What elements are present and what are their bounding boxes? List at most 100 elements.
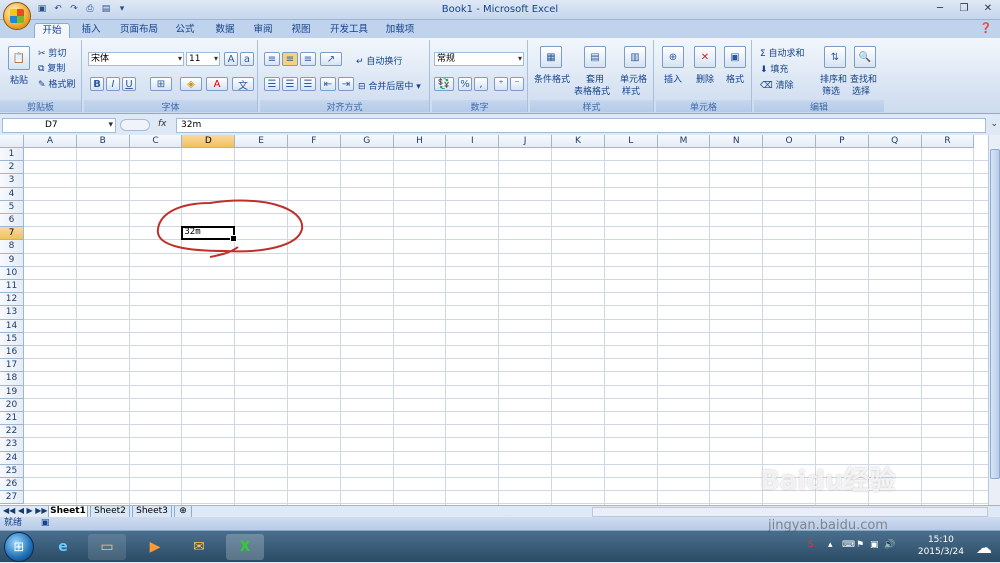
excel-taskbar-icon[interactable]: X <box>226 534 264 560</box>
fill-button[interactable]: ⬇ 填充 <box>760 62 788 75</box>
underline-button[interactable]: U <box>122 77 136 91</box>
align-middle-icon[interactable]: ≡ <box>282 52 298 66</box>
sort-filter-icon[interactable]: ⇅ <box>824 46 846 68</box>
row-header[interactable]: 19 <box>0 385 24 399</box>
column-header[interactable]: I <box>446 135 500 148</box>
row-header[interactable]: 5 <box>0 200 24 214</box>
row-header[interactable]: 14 <box>0 319 24 333</box>
minimize-button[interactable]: ─ <box>932 3 948 15</box>
row-header[interactable]: 9 <box>0 253 24 267</box>
decrease-indent-icon[interactable]: ⇤ <box>320 77 336 91</box>
bold-button[interactable]: B <box>90 77 104 91</box>
volume-icon[interactable]: 🔊 <box>884 540 895 550</box>
column-header[interactable]: Q <box>868 135 922 148</box>
increase-indent-icon[interactable]: ⇥ <box>338 77 354 91</box>
tab-view[interactable]: 视图 <box>286 23 316 38</box>
find-select-icon[interactable]: 🔍 <box>854 46 876 68</box>
align-bottom-icon[interactable]: ≡ <box>300 52 316 66</box>
conditional-format-icon[interactable]: ▦ <box>540 46 562 68</box>
column-header[interactable]: C <box>129 135 183 148</box>
row-header[interactable]: 27 <box>0 491 24 505</box>
column-header[interactable]: L <box>604 135 658 148</box>
row-header[interactable]: 16 <box>0 346 24 360</box>
tab-developer[interactable]: 开发工具 <box>326 23 372 38</box>
align-center-icon[interactable]: ☰ <box>282 77 298 91</box>
tab-data[interactable]: 数据 <box>210 23 240 38</box>
restore-button[interactable]: ❐ <box>956 3 972 15</box>
insert-cells-icon[interactable]: ⊕ <box>662 46 684 68</box>
ie-icon[interactable]: e <box>44 534 82 560</box>
format-painter-button[interactable]: ✎ 格式刷 <box>38 77 75 90</box>
media-player-icon[interactable]: ▶ <box>136 534 174 560</box>
expand-formula-icon[interactable]: ⌄ <box>990 119 998 129</box>
row-header[interactable]: 8 <box>0 240 24 254</box>
number-format-select[interactable]: 常规 <box>434 52 524 66</box>
explorer-icon[interactable]: ▭ <box>88 534 126 560</box>
font-name-select[interactable]: 宋体 <box>88 52 184 66</box>
decrease-decimal-icon[interactable]: ⁻ <box>510 77 524 91</box>
formula-input[interactable]: 32m <box>176 118 986 133</box>
percent-button[interactable]: % <box>458 77 472 91</box>
keyboard-icon[interactable]: ⌨ <box>842 540 855 550</box>
align-left-icon[interactable]: ☰ <box>264 77 280 91</box>
row-header[interactable]: 26 <box>0 478 24 492</box>
worksheet-grid[interactable]: A B C D E F G H I J K L M N O P Q R 1 2 3 4 5 6 7 8 9 10 11 12 13 14 15 1… <box>0 135 988 505</box>
row-header[interactable]: 20 <box>0 398 24 412</box>
insert-cells-button[interactable]: 插入 <box>664 72 682 85</box>
merge-center-button[interactable]: ⊟ 合并后居中 ▾ <box>358 79 421 92</box>
row-header[interactable]: 23 <box>0 438 24 452</box>
column-header[interactable]: K <box>552 135 605 148</box>
row-header[interactable]: 13 <box>0 306 24 320</box>
tab-formulas[interactable]: 公式 <box>170 23 200 38</box>
insert-function-icon[interactable]: fx <box>158 119 167 129</box>
cut-button[interactable]: ✂ 剪切 <box>38 46 66 59</box>
paste-button[interactable]: 粘贴 <box>10 73 28 86</box>
start-button[interactable]: ⊞ <box>4 532 34 562</box>
row-header[interactable]: 25 <box>0 464 24 478</box>
column-header[interactable]: E <box>235 135 288 148</box>
horizontal-scrollbar[interactable] <box>592 507 988 517</box>
tab-review[interactable]: 审阅 <box>248 23 278 38</box>
macro-record-icon[interactable]: ▣ <box>41 518 50 528</box>
shrink-font-icon[interactable]: a <box>240 52 254 66</box>
autosum-button[interactable]: Σ 自动求和 <box>760 46 805 59</box>
column-header[interactable]: G <box>340 135 394 148</box>
row-header[interactable]: 4 <box>0 187 24 201</box>
sheet-nav-icon[interactable]: ◀◀ ◀ ▶ ▶▶ <box>3 506 48 515</box>
network-icon[interactable]: ▣ <box>870 540 879 550</box>
row-header[interactable]: 24 <box>0 451 24 465</box>
tray-expand-icon[interactable]: ▴ <box>828 540 833 550</box>
align-top-icon[interactable]: ≡ <box>264 52 280 66</box>
weather-icon[interactable]: ☁ <box>976 538 992 557</box>
fill-color-icon[interactable]: ◈ <box>180 77 202 91</box>
delete-cells-icon[interactable]: ✕ <box>694 46 716 68</box>
format-cells-button[interactable]: 格式 <box>726 72 744 85</box>
column-header[interactable]: N <box>710 135 764 148</box>
outlook-icon[interactable]: ✉ <box>180 534 218 560</box>
row-header[interactable]: 22 <box>0 425 24 439</box>
find-select-line2[interactable]: 选择 <box>852 84 870 97</box>
row-header[interactable]: 6 <box>0 214 24 228</box>
select-all-corner[interactable] <box>0 135 24 148</box>
column-header[interactable]: J <box>499 135 552 148</box>
row-header[interactable]: 10 <box>0 266 24 280</box>
help-icon[interactable]: ❓ <box>980 23 992 34</box>
name-box[interactable]: D7 <box>2 118 116 133</box>
format-cells-icon[interactable]: ▣ <box>724 46 746 68</box>
row-header[interactable]: 21 <box>0 412 24 426</box>
paste-icon[interactable]: 📋 <box>8 46 30 70</box>
increase-decimal-icon[interactable]: ⁺ <box>494 77 508 91</box>
font-color-icon[interactable]: A <box>206 77 228 91</box>
tab-page-layout[interactable]: 页面布局 <box>114 23 164 38</box>
column-header[interactable]: D <box>182 135 236 148</box>
vertical-scrollbar[interactable] <box>988 135 1000 505</box>
column-header[interactable]: F <box>288 135 341 148</box>
column-header[interactable]: A <box>24 135 77 148</box>
office-button[interactable] <box>3 2 31 30</box>
tab-addins[interactable]: 加载项 <box>380 23 420 38</box>
grow-font-icon[interactable]: A <box>224 52 238 66</box>
cell-styles-icon[interactable]: ▥ <box>624 46 646 68</box>
font-size-select[interactable]: 11 <box>186 52 220 66</box>
format-table-icon[interactable]: ▤ <box>584 46 606 68</box>
row-header[interactable]: 7 <box>0 227 24 241</box>
